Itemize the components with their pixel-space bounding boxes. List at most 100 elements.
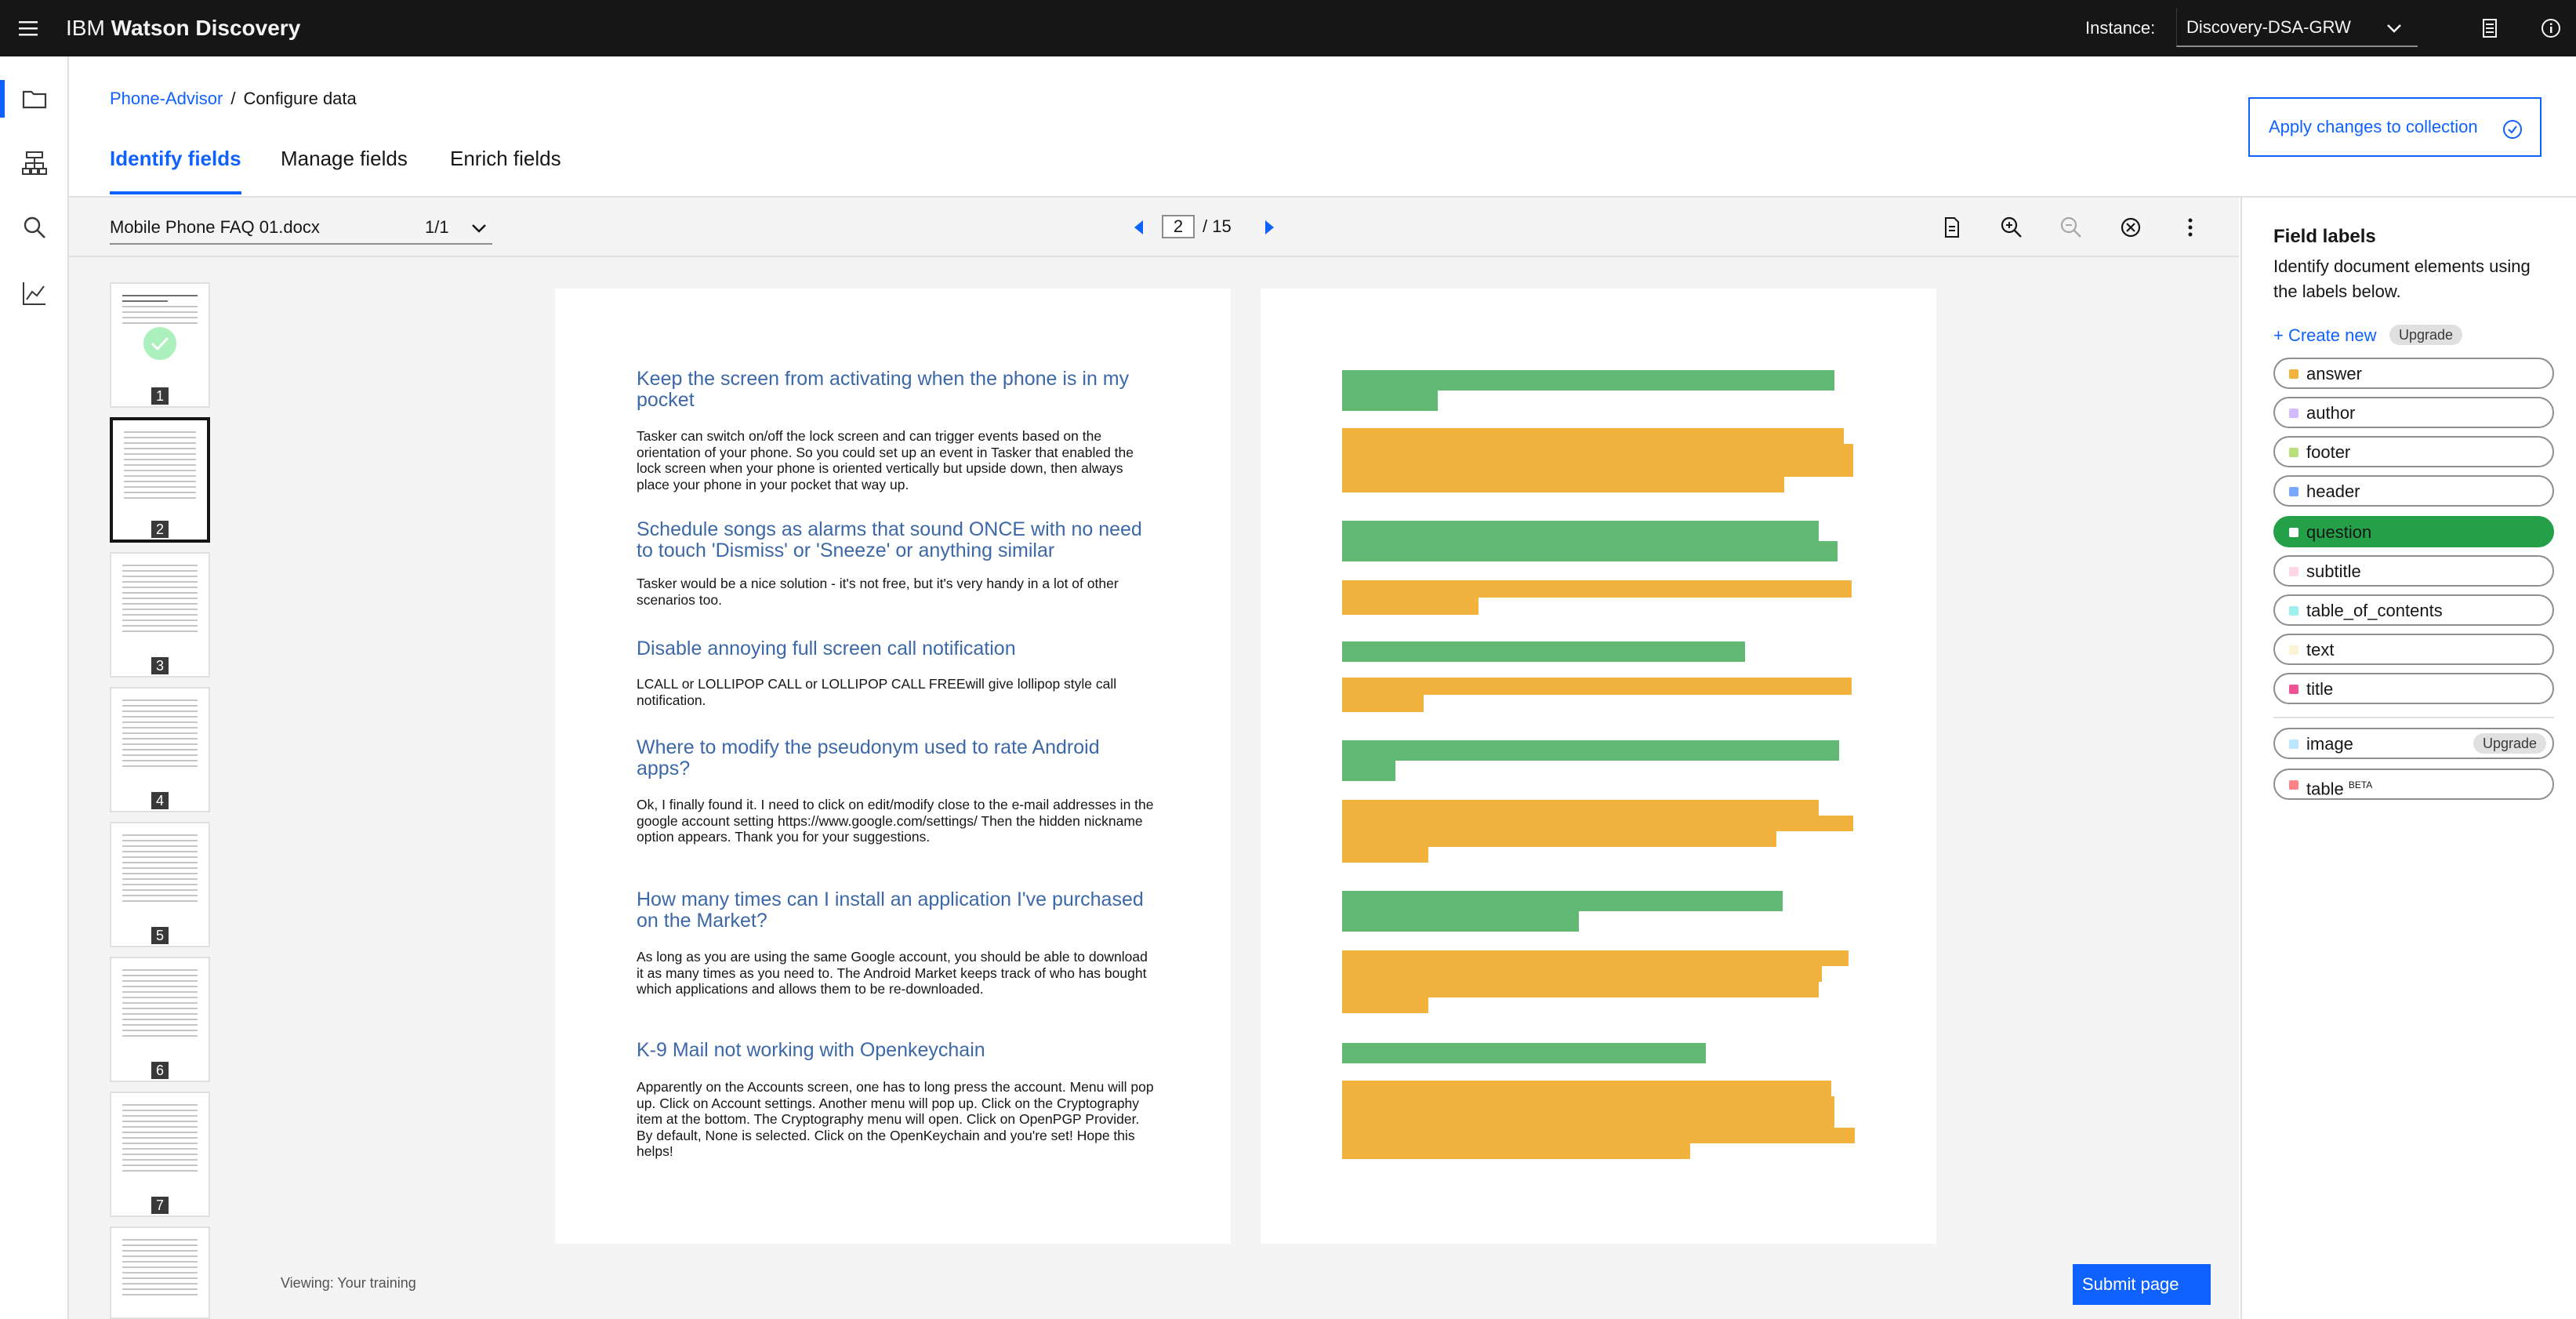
- tab-identify-fields[interactable]: Identify fields: [110, 143, 241, 174]
- app-title[interactable]: IBM Watson Discovery: [66, 14, 300, 42]
- instance-select[interactable]: Discovery-DSA-GRW: [2176, 8, 2418, 47]
- label-table-of-contents[interactable]: table_of_contents: [2273, 594, 2554, 626]
- label-answer[interactable]: answer: [2273, 358, 2554, 389]
- label-footer[interactable]: footer: [2273, 436, 2554, 467]
- label-color-swatch: [2289, 528, 2298, 537]
- clear-labels-icon[interactable]: [2117, 213, 2145, 242]
- thumbnail-page-8[interactable]: [110, 1226, 210, 1319]
- question-label-block[interactable]: [1342, 521, 1819, 541]
- answer-text[interactable]: Tasker would be a nice solution - it's n…: [637, 576, 1154, 608]
- answer-label-block[interactable]: [1342, 831, 1776, 847]
- question-label-block[interactable]: [1342, 740, 1839, 761]
- answer-text[interactable]: Apparently on the Accounts screen, one h…: [637, 1079, 1154, 1160]
- create-new-label-link[interactable]: + Create new: [2273, 323, 2376, 348]
- label-color-swatch: [2289, 487, 2298, 496]
- answer-label-block[interactable]: [1342, 1143, 1690, 1159]
- label-table[interactable]: table BETA: [2273, 769, 2554, 800]
- answer-label-block[interactable]: [1342, 580, 1852, 598]
- breadcrumb-project-link[interactable]: Phone-Advisor: [110, 89, 223, 108]
- panel-title: Field labels: [2273, 226, 2376, 247]
- zoom-in-icon[interactable]: [1997, 213, 2026, 242]
- apply-changes-button[interactable]: Apply changes to collection: [2248, 97, 2542, 157]
- answer-label-block[interactable]: [1342, 966, 1822, 982]
- submit-page-button[interactable]: Submit page: [2073, 1264, 2211, 1305]
- answer-label-block[interactable]: [1342, 444, 1853, 461]
- answer-label-block[interactable]: [1342, 477, 1784, 492]
- answer-text[interactable]: As long as you are using the same Google…: [637, 949, 1154, 997]
- question-text[interactable]: Where to modify the pseudonym used to ra…: [637, 737, 1154, 779]
- thumbnail-page-1[interactable]: 1: [110, 282, 210, 408]
- previous-page-icon[interactable]: [1132, 220, 1146, 235]
- thumbnail-page-6[interactable]: 6: [110, 957, 210, 1082]
- answer-label-block[interactable]: [1342, 1096, 1834, 1112]
- answer-label-block[interactable]: [1342, 1112, 1834, 1128]
- top-bar: IBM Watson Discovery Instance: Discovery…: [0, 0, 2576, 56]
- zoom-out-icon[interactable]: [2057, 213, 2085, 242]
- label-subtitle[interactable]: subtitle: [2273, 555, 2554, 587]
- document-view-icon[interactable]: [1938, 213, 1966, 242]
- question-label-block[interactable]: [1342, 391, 1438, 411]
- hamburger-menu-icon[interactable]: [14, 14, 42, 42]
- label-author[interactable]: author: [2273, 397, 2554, 428]
- document-select[interactable]: Mobile Phone FAQ 01.docx 1/1: [110, 212, 492, 245]
- breadcrumb-separator: /: [230, 89, 236, 108]
- answer-label-block[interactable]: [1342, 1081, 1831, 1096]
- question-label-block[interactable]: [1342, 891, 1783, 911]
- answer-label-block[interactable]: [1342, 982, 1819, 997]
- document-icon[interactable]: [2476, 14, 2504, 42]
- question-text[interactable]: How many times can I install an applicat…: [637, 889, 1154, 932]
- answer-label-block[interactable]: [1342, 428, 1844, 444]
- thumbnail-number: 6: [151, 1062, 169, 1079]
- help-icon[interactable]: [2537, 14, 2565, 42]
- thumbnail-page-4[interactable]: 4: [110, 687, 210, 812]
- analytics-icon[interactable]: [20, 279, 49, 307]
- label-name: table BETA: [2306, 773, 2372, 801]
- document-toolbar: Mobile Phone FAQ 01.docx 1/1 2 / 15: [69, 198, 2239, 257]
- labels-divider: [2273, 717, 2554, 718]
- overflow-menu-icon[interactable]: [2176, 213, 2204, 242]
- question-label-block[interactable]: [1342, 911, 1579, 932]
- label-question[interactable]: question: [2273, 516, 2554, 547]
- answer-label-block[interactable]: [1342, 678, 1852, 695]
- question-text[interactable]: Keep the screen from activating when the…: [637, 369, 1154, 411]
- question-text[interactable]: K-9 Mail not working with Openkeychain: [637, 1040, 1154, 1061]
- label-title[interactable]: title: [2273, 673, 2554, 704]
- thumbnail-page-3[interactable]: 3: [110, 552, 210, 678]
- question-label-block[interactable]: [1342, 541, 1838, 561]
- answer-label-block[interactable]: [1342, 695, 1424, 712]
- folder-icon[interactable]: [20, 85, 49, 113]
- tab-enrich-fields[interactable]: Enrich fields: [450, 143, 561, 174]
- answer-label-block[interactable]: [1342, 816, 1853, 831]
- thumbnail-text-lines: [122, 565, 198, 636]
- answer-label-block[interactable]: [1342, 461, 1853, 477]
- answer-text[interactable]: Ok, I finally found it. I need to click …: [637, 797, 1154, 845]
- thumbnail-number: 1: [151, 387, 169, 405]
- question-text[interactable]: Schedule songs as alarms that sound ONCE…: [637, 519, 1154, 561]
- answer-label-block[interactable]: [1342, 997, 1428, 1013]
- thumbnail-number: 7: [151, 1197, 169, 1214]
- search-icon[interactable]: [20, 213, 49, 242]
- answer-text[interactable]: Tasker can switch on/off the lock screen…: [637, 428, 1154, 492]
- answer-text[interactable]: LCALL or LOLLIPOP CALL or LOLLIPOP CALL …: [637, 676, 1154, 708]
- answer-label-block[interactable]: [1342, 950, 1849, 966]
- question-label-block[interactable]: [1342, 761, 1395, 781]
- label-name: answer: [2306, 364, 2362, 383]
- answer-label-block[interactable]: [1342, 1128, 1855, 1143]
- label-image[interactable]: image Upgrade: [2273, 728, 2554, 759]
- answer-label-block[interactable]: [1342, 800, 1819, 816]
- answer-label-block[interactable]: [1342, 598, 1478, 615]
- thumbnail-page-7[interactable]: 7: [110, 1092, 210, 1217]
- thumbnail-page-5[interactable]: 5: [110, 822, 210, 947]
- structure-icon[interactable]: [20, 149, 49, 177]
- label-header[interactable]: header: [2273, 475, 2554, 507]
- question-label-block[interactable]: [1342, 370, 1834, 391]
- thumbnail-page-2[interactable]: 2: [110, 417, 210, 543]
- page-number-input[interactable]: 2: [1162, 215, 1195, 238]
- label-text[interactable]: text: [2273, 634, 2554, 665]
- question-label-block[interactable]: [1342, 641, 1745, 662]
- tab-manage-fields[interactable]: Manage fields: [281, 143, 408, 174]
- question-label-block[interactable]: [1342, 1043, 1706, 1063]
- question-text[interactable]: Disable annoying full screen call notifi…: [637, 638, 1154, 660]
- answer-label-block[interactable]: [1342, 847, 1428, 863]
- next-page-icon[interactable]: [1262, 220, 1276, 235]
